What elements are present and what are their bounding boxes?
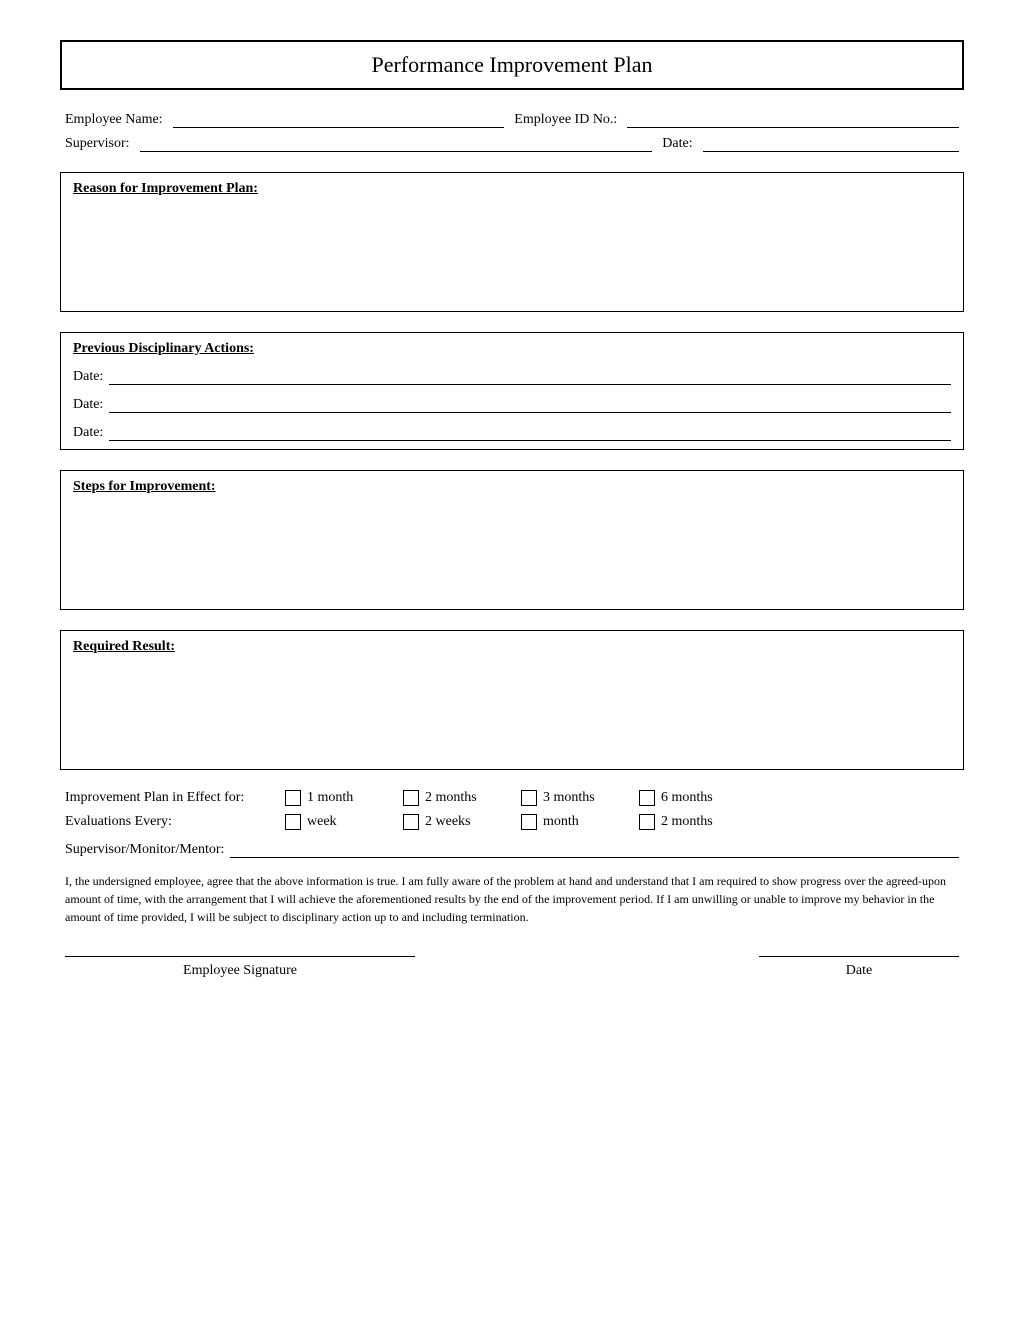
label-2months: 2 months [425,790,477,806]
employee-id-input[interactable] [627,110,959,128]
result-section: Required Result: [60,630,964,770]
checkbox-eval-2months[interactable] [639,814,655,830]
header-row-1: Employee Name: Employee ID No.: [65,110,959,128]
supervisor-monitor-label: Supervisor/Monitor/Mentor: [65,842,224,858]
result-content[interactable] [73,661,951,761]
date-3-input[interactable] [109,423,951,441]
label-week: week [307,814,337,830]
label-month: month [543,814,579,830]
effect-1month[interactable]: 1 month [285,790,375,806]
date-input[interactable] [703,134,959,152]
eval-2weeks[interactable]: 2 weeks [403,814,493,830]
supervisor-label: Supervisor: [65,136,130,152]
eval-week[interactable]: week [285,814,375,830]
date-2-input[interactable] [109,395,951,413]
label-3months: 3 months [543,790,595,806]
effect-2months[interactable]: 2 months [403,790,493,806]
disciplinary-date-3: Date: [73,423,951,441]
steps-section: Steps for Improvement: [60,470,964,610]
checkbox-2weeks[interactable] [403,814,419,830]
employee-sig-block: Employee Signature [65,956,415,979]
effect-for-label: Improvement Plan in Effect for: [65,790,285,806]
label-6months: 6 months [661,790,713,806]
checkbox-6months[interactable] [639,790,655,806]
date-1-input[interactable] [109,367,951,385]
effect-3months[interactable]: 3 months [521,790,611,806]
employee-name-input[interactable] [173,110,505,128]
disciplinary-section: Previous Disciplinary Actions: Date: Dat… [60,332,964,450]
date-sig-line[interactable] [759,956,959,957]
effect-for-row: Improvement Plan in Effect for: 1 month … [65,790,959,806]
header-fields: Employee Name: Employee ID No.: Supervis… [60,110,964,152]
signature-section: Employee Signature Date [60,956,964,979]
disciplinary-date-2: Date: [73,395,951,413]
disciplinary-date-1: Date: [73,367,951,385]
checkbox-1month[interactable] [285,790,301,806]
evaluations-label: Evaluations Every: [65,814,285,830]
result-title: Required Result: [73,639,951,655]
steps-title: Steps for Improvement: [73,479,951,495]
eval-month[interactable]: month [521,814,611,830]
checkbox-3months[interactable] [521,790,537,806]
checkbox-week[interactable] [285,814,301,830]
disciplinary-title: Previous Disciplinary Actions: [73,341,951,357]
date-sig-block: Date [759,956,959,979]
effect-for-checkboxes: 1 month 2 months 3 months 6 months [285,790,959,806]
employee-sig-line[interactable] [65,956,415,957]
employee-id-label: Employee ID No.: [514,112,617,128]
date-3-label: Date: [73,425,103,441]
eval-2months[interactable]: 2 months [639,814,729,830]
employee-name-label: Employee Name: [65,112,163,128]
date-label: Date: [662,136,692,152]
checkbox-month[interactable] [521,814,537,830]
label-2weeks: 2 weeks [425,814,471,830]
steps-content[interactable] [73,501,951,601]
header-row-2: Supervisor: Date: [65,134,959,152]
checkbox-2months[interactable] [403,790,419,806]
supervisor-monitor-row: Supervisor/Monitor/Mentor: [60,840,964,858]
employee-sig-label: Employee Signature [183,963,297,979]
date-sig-label: Date [846,963,872,979]
effect-for-section: Improvement Plan in Effect for: 1 month … [60,790,964,830]
evaluations-row: Evaluations Every: week 2 weeks month 2 … [65,814,959,830]
date-2-label: Date: [73,397,103,413]
date-1-label: Date: [73,369,103,385]
reason-title: Reason for Improvement Plan: [73,181,951,197]
evaluations-checkboxes: week 2 weeks month 2 months [285,814,959,830]
label-1month: 1 month [307,790,353,806]
reason-section: Reason for Improvement Plan: [60,172,964,312]
reason-content[interactable] [73,203,951,303]
supervisor-monitor-input[interactable] [230,840,959,858]
page-title: Performance Improvement Plan [60,40,964,90]
agreement-text: I, the undersigned employee, agree that … [60,872,964,926]
supervisor-input[interactable] [140,134,653,152]
label-eval-2months: 2 months [661,814,713,830]
effect-6months[interactable]: 6 months [639,790,729,806]
